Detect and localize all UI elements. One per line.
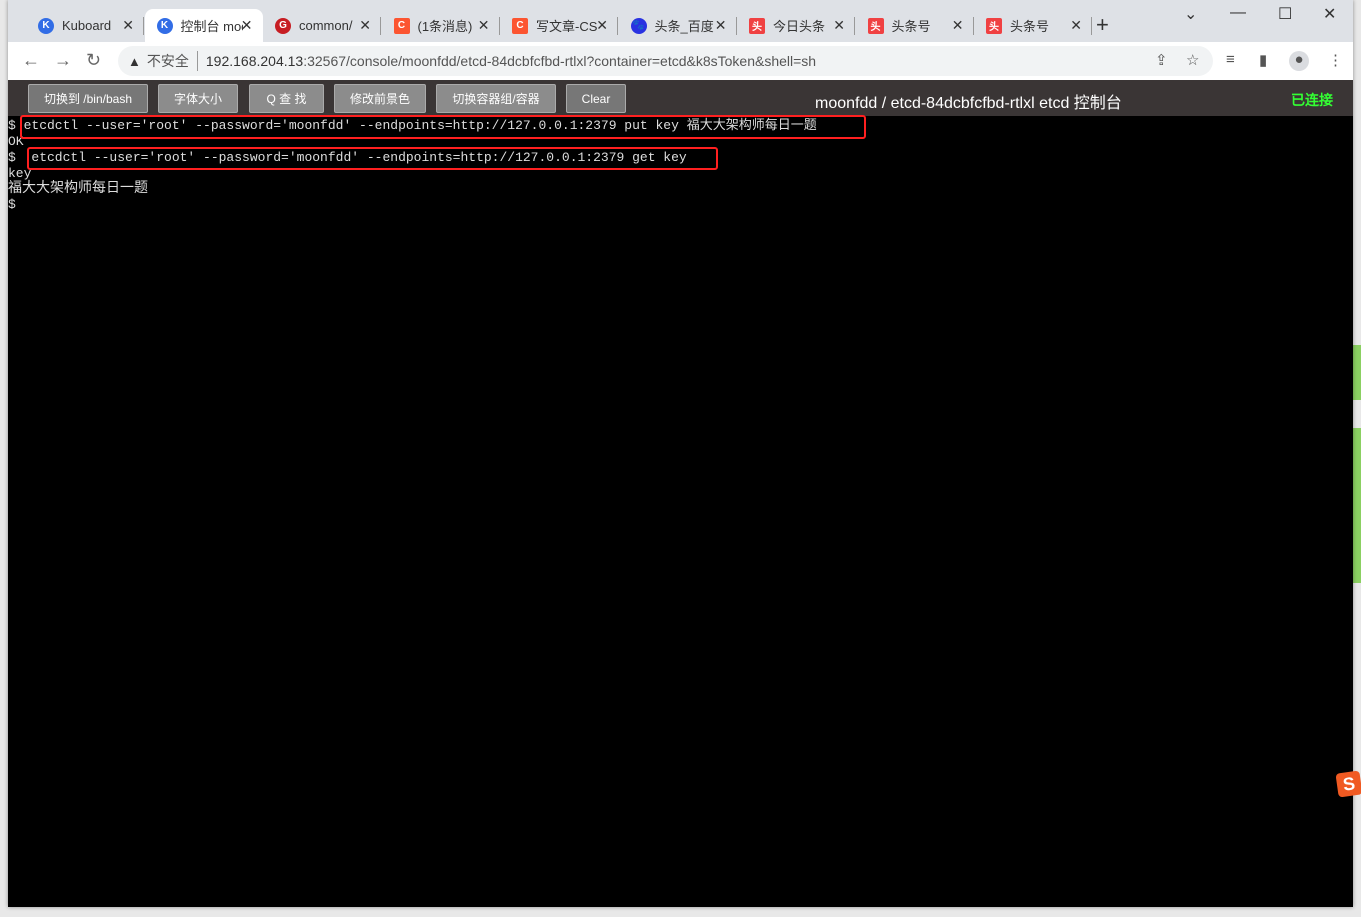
security-label[interactable]: 不安全 — [147, 51, 198, 71]
highlight-box — [27, 147, 718, 170]
browser-window: + ⌄ — ☐ ✕ KKuboard✕K控制台 moonfdd✕Gcommon/… — [8, 0, 1353, 907]
close-tab-icon[interactable]: ✕ — [359, 17, 371, 34]
csdn-icon: C — [393, 17, 410, 34]
new-tab-button[interactable]: + — [1096, 12, 1109, 38]
maximize-button[interactable]: ☐ — [1278, 4, 1292, 24]
close-tab-icon[interactable]: ✕ — [715, 17, 727, 34]
tab-separator — [1091, 17, 1092, 35]
warning-icon: ▲ — [128, 53, 141, 69]
tab[interactable]: 头今日头条 ✕ — [737, 9, 855, 42]
tab-label: 控制台 moonfdd — [180, 19, 243, 34]
kuboard-icon: K — [156, 17, 173, 34]
reload-button[interactable]: ↻ — [86, 50, 101, 71]
close-tab-icon[interactable]: ✕ — [952, 17, 964, 34]
tab-label: Kuboard — [62, 18, 112, 33]
tab-label: 头条号 — [1010, 19, 1050, 34]
tab[interactable]: 头头条号 ✕ — [856, 9, 974, 42]
background-window — [1353, 428, 1361, 583]
switch-container-button[interactable]: 切换容器组/容器 — [436, 84, 556, 113]
forward-button[interactable]: → — [54, 50, 72, 71]
toutiao-icon: 头 — [867, 17, 884, 34]
foreground-color-button[interactable]: 修改前景色 — [334, 84, 426, 113]
terminal-line: 福大大架构师每日一题 — [8, 181, 148, 197]
close-tab-icon[interactable]: ✕ — [596, 17, 608, 34]
side-panel-icon[interactable]: ▮ — [1259, 51, 1267, 69]
close-window-button[interactable]: ✕ — [1323, 4, 1336, 24]
tab-label: 写文章-CSDN — [536, 19, 598, 34]
font-size-button[interactable]: 字体大小 — [158, 84, 238, 113]
minimize-button[interactable]: — — [1230, 4, 1246, 22]
kuboard-icon: K — [38, 17, 54, 34]
switch-bash-button[interactable]: 切换到 /bin/bash — [28, 84, 148, 113]
url-path: :32567/console/moonfdd/etcd-84dcbfcfbd-r… — [303, 53, 817, 69]
close-tab-icon[interactable]: ✕ — [241, 17, 253, 34]
tab[interactable]: C (1条消息) ✕ — [382, 9, 500, 42]
tab-search-icon[interactable]: ⌄ — [1184, 4, 1197, 24]
media-control-icon[interactable]: ≡ — [1226, 51, 1235, 68]
tab-label: 头条号 — [891, 19, 931, 34]
background-window — [1353, 345, 1361, 400]
tab[interactable]: 头头条号 ✕ — [974, 9, 1092, 42]
csdn-icon: C — [512, 17, 528, 34]
tab-label: 头条_百度 — [654, 19, 714, 34]
console-title: moonfdd / etcd-84dcbfcfbd-rtlxl etcd 控制台 — [815, 95, 1122, 112]
close-tab-icon[interactable]: ✕ — [478, 17, 490, 34]
close-tab-icon[interactable]: ✕ — [833, 17, 845, 34]
terminal-line: $ — [8, 197, 16, 212]
url-input[interactable]: ▲ 不安全 192.168.204.13:32567/console/moonf… — [118, 46, 1213, 76]
connection-status: 已连接 — [1291, 92, 1333, 108]
url-host: 192.168.204.13 — [205, 53, 304, 69]
tab-label: common/ — [299, 18, 353, 33]
find-button[interactable]: Q 查 找 — [249, 84, 324, 113]
share-icon[interactable]: ⇪ — [1155, 51, 1168, 69]
address-bar-row: ← → ↻ ▲ 不安全 192.168.204.13:32567/console… — [8, 42, 1353, 80]
bookmark-star-icon[interactable]: ☆ — [1186, 51, 1199, 69]
tab-bar: + ⌄ — ☐ ✕ KKuboard✕K控制台 moonfdd✕Gcommon/… — [8, 0, 1353, 42]
clear-button[interactable]: Clear — [566, 84, 626, 113]
tab[interactable]: 🐾 头条_百度 ✕ — [619, 9, 737, 42]
gitee-icon: G — [275, 17, 291, 34]
tab-separator — [143, 17, 144, 35]
sogou-ime-icon[interactable]: S — [1335, 770, 1361, 798]
toutiao-icon: 头 — [749, 17, 765, 34]
tab-label: 今日头条 — [773, 19, 826, 34]
menu-icon[interactable]: ⋮ — [1328, 51, 1343, 69]
tab[interactable]: K Kuboard ✕ — [26, 9, 144, 42]
tab[interactable]: K 控制台 moonfdd✕ — [144, 9, 263, 42]
toutiao-icon: 头 — [986, 17, 1002, 34]
tab[interactable]: Gcommon/ ✕ — [263, 9, 381, 42]
profile-avatar[interactable]: ● — [1289, 51, 1309, 71]
close-tab-icon[interactable]: ✕ — [122, 17, 134, 34]
close-tab-icon[interactable]: ✕ — [1070, 17, 1082, 34]
tab[interactable]: C 写文章-CSDN✕ — [500, 9, 618, 42]
back-button[interactable]: ← — [22, 50, 40, 71]
tab-label: (1条消息) — [417, 19, 473, 34]
console-toolbar: 切换到 /bin/bash 字体大小 Q 查 找 修改前景色 切换容器组/容器 … — [8, 80, 1353, 116]
highlight-box — [20, 115, 866, 139]
baidu-icon: 🐾 — [630, 17, 647, 34]
